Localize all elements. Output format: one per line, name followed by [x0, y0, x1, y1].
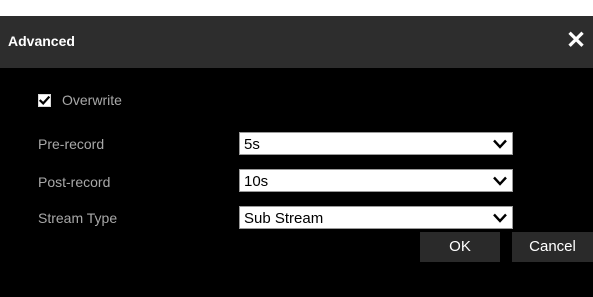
stream-type-label: Stream Type	[38, 210, 118, 226]
overwrite-option[interactable]: Overwrite	[38, 91, 122, 109]
dialog-titlebar: Advanced ✕	[0, 16, 593, 68]
overwrite-label: Overwrite	[62, 92, 122, 108]
pre-record-select[interactable]: 5s	[239, 132, 513, 155]
pre-record-label: Pre-record	[38, 136, 105, 152]
post-record-label: Post-record	[38, 174, 111, 190]
advanced-dialog: Advanced ✕ Overwrite Pre-record 5s Post-…	[0, 16, 593, 297]
post-record-select[interactable]: 10s	[239, 169, 513, 192]
post-record-value: 10s	[244, 173, 269, 190]
stream-type-select[interactable]: Sub Stream	[239, 206, 513, 229]
cancel-button[interactable]: Cancel	[512, 232, 593, 262]
checkmark-icon	[39, 95, 50, 105]
chevron-down-icon	[493, 213, 507, 223]
chevron-down-icon	[493, 139, 507, 149]
pre-record-value: 5s	[244, 136, 260, 153]
overwrite-checkbox[interactable]	[38, 93, 51, 107]
chevron-down-icon	[493, 176, 507, 186]
close-icon[interactable]: ✕	[565, 28, 587, 54]
dialog-title: Advanced	[8, 33, 75, 49]
stream-type-value: Sub Stream	[244, 210, 324, 227]
dialog-content: Overwrite Pre-record 5s Post-record 10s …	[0, 68, 593, 297]
ok-button[interactable]: OK	[420, 232, 500, 262]
